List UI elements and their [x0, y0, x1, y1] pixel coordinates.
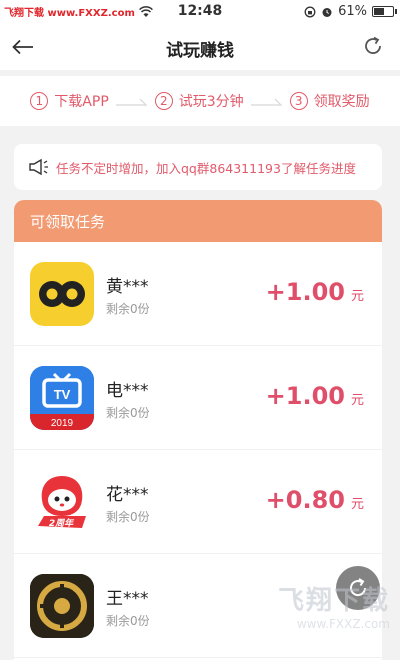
task-name: 花***: [106, 485, 149, 505]
task-reward: +1.00 元: [266, 278, 364, 306]
reward-unit: 元: [350, 497, 364, 512]
task-row[interactable]: 黄*** 剩余0份 +1.00 元: [14, 242, 382, 346]
step-label: 试玩3分钟: [178, 94, 244, 110]
task-remaining: 剩余0份: [106, 302, 150, 316]
step-label: 领取奖励: [313, 94, 370, 110]
watermark-url: www.FXXZ.com: [296, 617, 390, 631]
notice-banner: 任务不定时增加，加入qq群864311193了解任务进度: [14, 144, 382, 190]
task-row[interactable]: 2周年 花*** 剩余0份 +0.80 元: [14, 450, 382, 554]
reward-amount: +1.00: [265, 382, 345, 410]
task-name: 黄***: [106, 277, 149, 297]
icon-badge: 2周年: [49, 518, 75, 529]
step-1: 1 下载APP: [30, 91, 109, 111]
megaphone-icon: [29, 158, 48, 176]
task-name: 电***: [106, 381, 149, 401]
reward-unit: 元: [350, 289, 364, 304]
step-label: 下载APP: [54, 94, 109, 110]
watermark-title: 飞翔下载: [277, 586, 390, 616]
huajiao-app-icon: 2周年: [30, 470, 94, 534]
step-2: 2 试玩3分钟: [154, 91, 244, 111]
step-arrow-icon: [115, 98, 148, 106]
task-remaining: 剩余0份: [106, 406, 150, 420]
task-row[interactable]: TV 2019 电*** 剩余0份 +1.00 元: [14, 346, 382, 450]
reward-unit: 元: [350, 393, 364, 408]
svg-text:TV: TV: [54, 387, 71, 402]
refresh-button[interactable]: [360, 33, 386, 59]
steps-bar: 1 下载APP 2 试玩3分钟 3 领取奖励: [0, 76, 400, 126]
status-bar: 飞翔下载 www.FXXZ.com 12:48 61%: [0, 0, 400, 24]
reward-amount: +1.00: [265, 278, 345, 306]
battery-percent: 61%: [338, 4, 367, 19]
rotation-lock-icon: [304, 6, 316, 17]
battery-icon: [372, 6, 397, 17]
step-number: 1: [30, 92, 49, 110]
reward-amount: +0.80: [265, 486, 345, 514]
step-number: 2: [154, 92, 173, 110]
icon-badge: 2019: [51, 418, 74, 429]
yellow-app-icon: [30, 262, 94, 326]
panel-header: 可领取任务: [14, 200, 382, 242]
step-3: 3 领取奖励: [289, 91, 370, 111]
task-remaining: 剩余0份: [106, 614, 150, 628]
nav-bar: 试玩赚钱: [0, 24, 400, 70]
refresh-icon: [365, 36, 381, 54]
watermark-bottom-right: 飞翔下载 www.FXXZ.com: [278, 580, 390, 631]
page-title: 试玩赚钱: [166, 41, 234, 61]
status-right: 61%: [304, 4, 397, 19]
game-app-icon: [30, 574, 94, 638]
task-reward: +1.00 元: [266, 382, 364, 410]
notice-text: 任务不定时增加，加入qq群864311193了解任务进度: [56, 160, 356, 176]
task-name: 王***: [106, 589, 149, 609]
alarm-icon: [322, 7, 332, 17]
step-arrow-icon: [250, 98, 283, 106]
step-number: 3: [289, 92, 308, 110]
task-reward: +0.80 元: [266, 486, 364, 514]
tv-app-icon: TV 2019: [30, 366, 94, 430]
task-remaining: 剩余0份: [106, 510, 150, 524]
